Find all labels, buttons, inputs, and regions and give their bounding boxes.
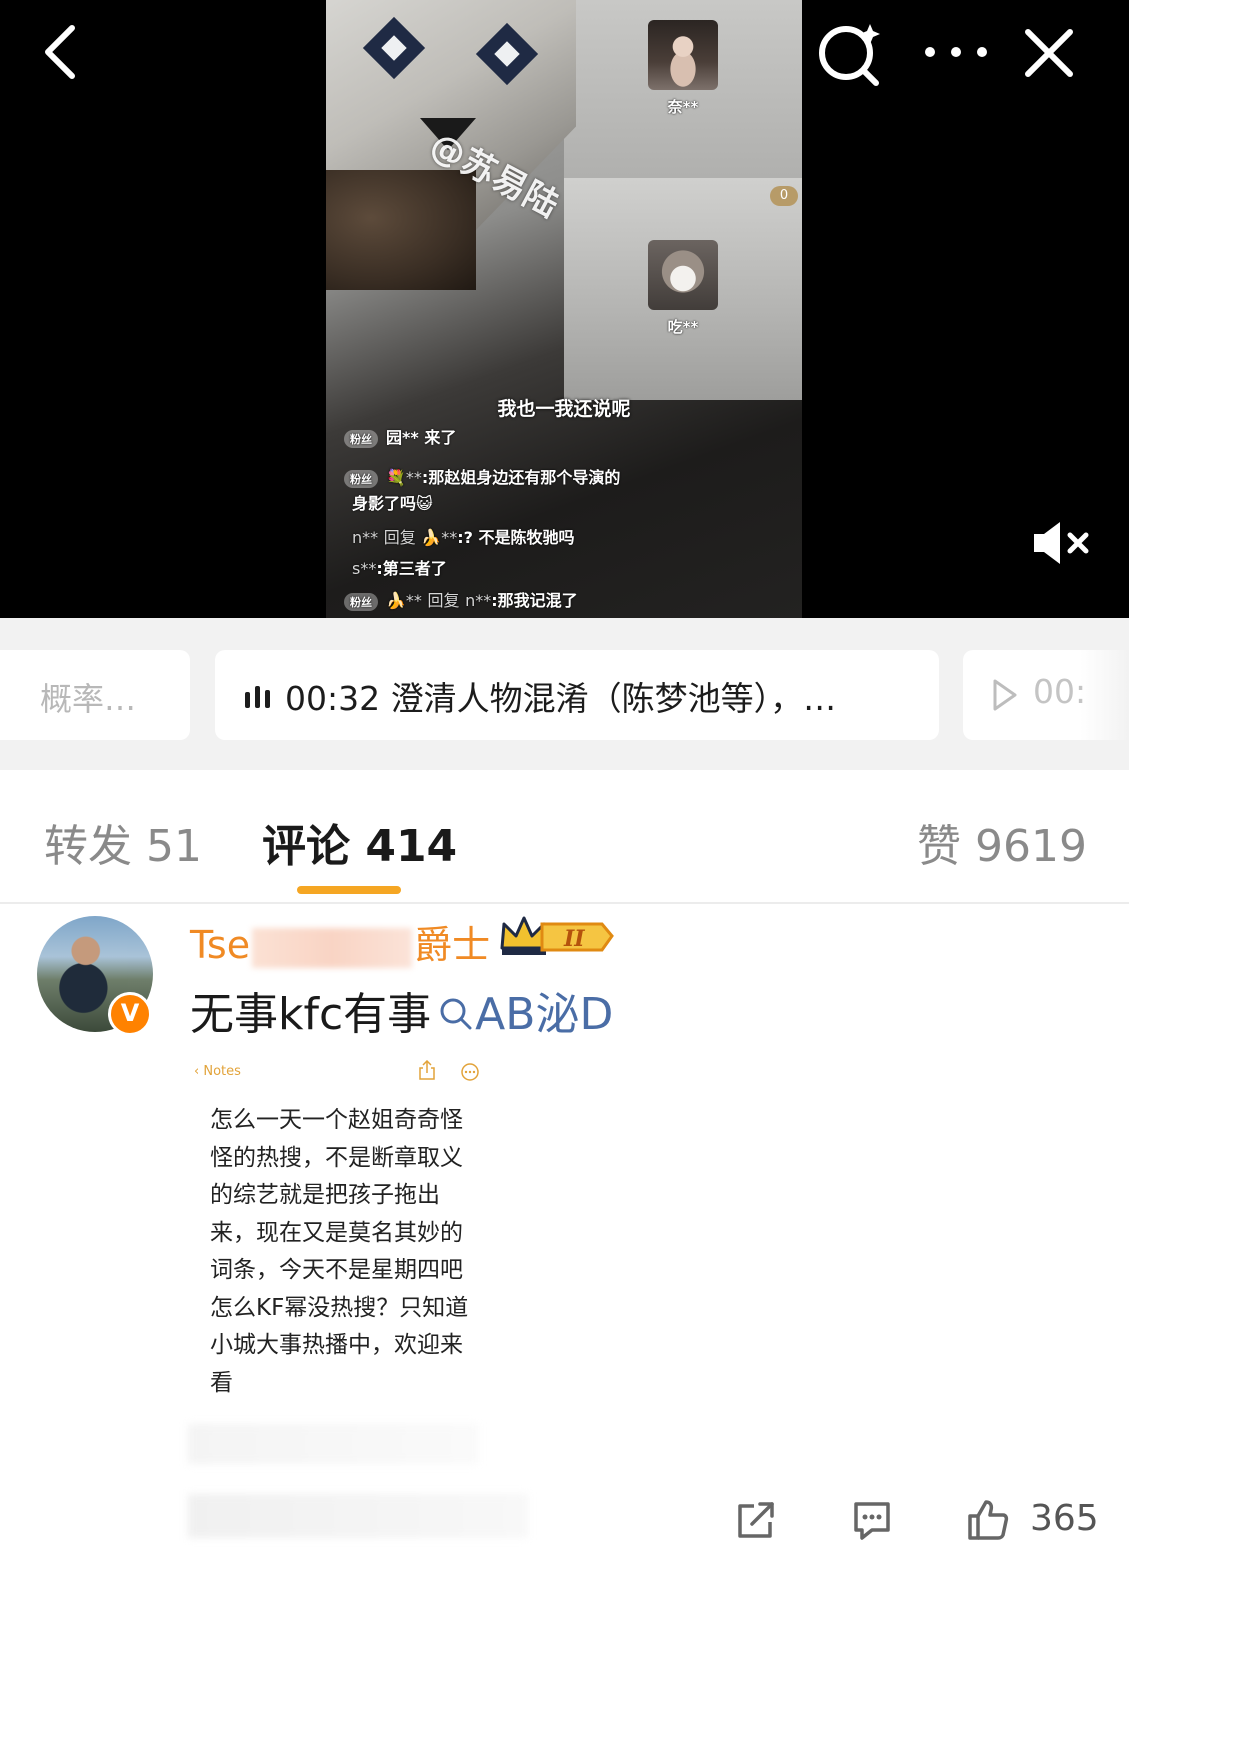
username-redacted xyxy=(252,927,413,968)
live-chat-line: 粉丝 园** 来了 xyxy=(344,424,456,448)
tab-count: 414 xyxy=(365,821,458,872)
tab-repost[interactable]: 转发 51 xyxy=(44,810,202,874)
tab-count: 51 xyxy=(146,821,202,872)
fan-tag: 粉丝 xyxy=(344,429,378,448)
video-subtitle: 我也一我还说呢 xyxy=(497,398,631,420)
tab-label: 评论 xyxy=(262,821,350,872)
more-icon xyxy=(461,1063,479,1081)
more-icon[interactable] xyxy=(920,40,992,64)
chat-target: n** xyxy=(465,591,492,610)
chapter-text: 概率… xyxy=(40,680,137,718)
search-link[interactable]: AB泌D xyxy=(475,989,613,1040)
comment-text: 无事kfc有事 AB泌D xyxy=(190,978,613,1042)
chat-user: 园** xyxy=(386,428,419,447)
comment-item: V Tse 爵士 II 无事kfc有事 AB泌D ‹ Notes 怎么一天一个赵姐奇… xyxy=(0,906,1129,1563)
username-text: Tse xyxy=(190,923,251,967)
fan-tag: 粉丝 xyxy=(344,592,378,611)
blurred-text xyxy=(188,1424,478,1464)
chat-text: :第三者了 xyxy=(376,559,447,578)
chat-reply-label: 回复 xyxy=(427,591,460,610)
strip-fade xyxy=(1080,618,1129,770)
chapter-chip-current[interactable]: 00:32 澄清人物混淆（陈梦池等），… xyxy=(215,650,939,740)
tab-count: 9619 xyxy=(975,821,1087,872)
participant-name: 吃** xyxy=(667,318,699,336)
playing-bars-icon xyxy=(245,686,270,708)
chat-user: n** xyxy=(352,528,379,547)
chapter-current-label: 00:32 澄清人物混淆（陈梦池等），… xyxy=(285,672,836,720)
share-icon xyxy=(419,1060,435,1080)
chat-user: s** xyxy=(352,559,377,578)
verified-badge: V xyxy=(108,992,152,1036)
live-chat-line: s**:第三者了 xyxy=(352,555,447,579)
video-frame[interactable]: @苏易陆 奈** 0 吃** 我也一我还说呢 粉丝 园** 来了 粉丝 💐**:那赵… xyxy=(326,0,802,618)
comment-image[interactable]: ‹ Notes 怎么一天一个赵姐奇奇怪怪的热搜，不是断章取义的综艺就是把孩子拖出… xyxy=(188,1054,528,1558)
close-icon[interactable] xyxy=(1022,26,1076,80)
chat-reply-label: 回复 xyxy=(383,528,416,547)
notes-text: 怎么一天一个赵姐奇奇怪怪的热搜，不是断章取义的综艺就是把孩子拖出来，现在又是莫名… xyxy=(210,1107,469,1396)
chat-target: 🍌** xyxy=(421,528,458,547)
search-icon xyxy=(440,998,472,1030)
repost-icon[interactable] xyxy=(734,1498,778,1542)
tab-likes[interactable]: 赞 9619 xyxy=(917,810,1087,874)
live-chat-line: 身影了吗😺 xyxy=(352,490,433,514)
live-chat-line: 粉丝 💐**:那赵姐身边还有那个导演的 xyxy=(344,464,620,488)
chat-text: :? 不是陈牧驰吗 xyxy=(457,528,575,547)
active-tab-indicator xyxy=(297,886,401,894)
like-count: 365 xyxy=(1030,1498,1099,1539)
notes-back: ‹ Notes xyxy=(194,1064,241,1079)
participant-avatar xyxy=(648,240,718,310)
chapter-text: 澄清人物混淆（陈梦池等），… xyxy=(390,679,837,718)
gift-count-badge: 0 xyxy=(770,186,798,206)
crown-level-icon: II xyxy=(500,916,614,955)
username-text: 爵士 xyxy=(414,923,491,967)
video-player[interactable]: @苏易陆 奈** 0 吃** 我也一我还说呢 粉丝 园** 来了 粉丝 💐**:那赵… xyxy=(0,0,1129,618)
tab-label: 转发 xyxy=(44,821,132,872)
tab-comment[interactable]: 评论 414 xyxy=(262,810,457,874)
live-participant[interactable]: 吃** xyxy=(648,240,718,337)
chat-text: :那赵姐身边还有那个导演的 xyxy=(421,468,621,487)
chapter-time: 00: xyxy=(1033,672,1087,711)
like-icon[interactable] xyxy=(966,1498,1010,1542)
play-icon xyxy=(993,679,1017,711)
tab-label: 赞 xyxy=(917,821,962,872)
participant-avatar xyxy=(648,20,718,90)
video-chapter-strip[interactable]: 概率… 00:32 澄清人物混淆（陈梦池等），… 00: xyxy=(0,618,1129,770)
ai-search-icon[interactable] xyxy=(816,20,882,86)
chat-user: 💐** xyxy=(386,468,422,487)
mute-icon[interactable] xyxy=(1030,518,1092,568)
chat-text: 身影了吗😺 xyxy=(352,494,433,513)
live-chat-line: 粉丝 🍌** 回复 n**:那我记混了 xyxy=(344,587,578,611)
chat-text: 来了 xyxy=(424,428,457,447)
comment-body: 无事kfc有事 xyxy=(190,989,432,1040)
comment-username[interactable]: Tse 爵士 xyxy=(190,914,490,969)
chat-user: 🍌** xyxy=(386,591,422,610)
chat-text: :那我记混了 xyxy=(491,591,578,610)
level-badge: II xyxy=(563,926,585,952)
interaction-tabs: 转发 51 评论 414 赞 9619 xyxy=(0,770,1129,904)
live-participant[interactable]: 奈** xyxy=(648,20,718,117)
back-icon[interactable] xyxy=(40,22,86,82)
chapter-chip-prev[interactable]: 概率… xyxy=(0,650,190,740)
fan-tag: 粉丝 xyxy=(344,469,378,488)
blurred-text xyxy=(188,1494,528,1538)
participant-name: 奈** xyxy=(667,98,699,116)
chapter-time: 00:32 xyxy=(285,679,381,718)
live-chat-line: n** 回复 🍌**:? 不是陈牧驰吗 xyxy=(352,524,575,548)
comment-icon[interactable] xyxy=(850,1498,894,1542)
video-sofa-scene xyxy=(326,170,476,290)
